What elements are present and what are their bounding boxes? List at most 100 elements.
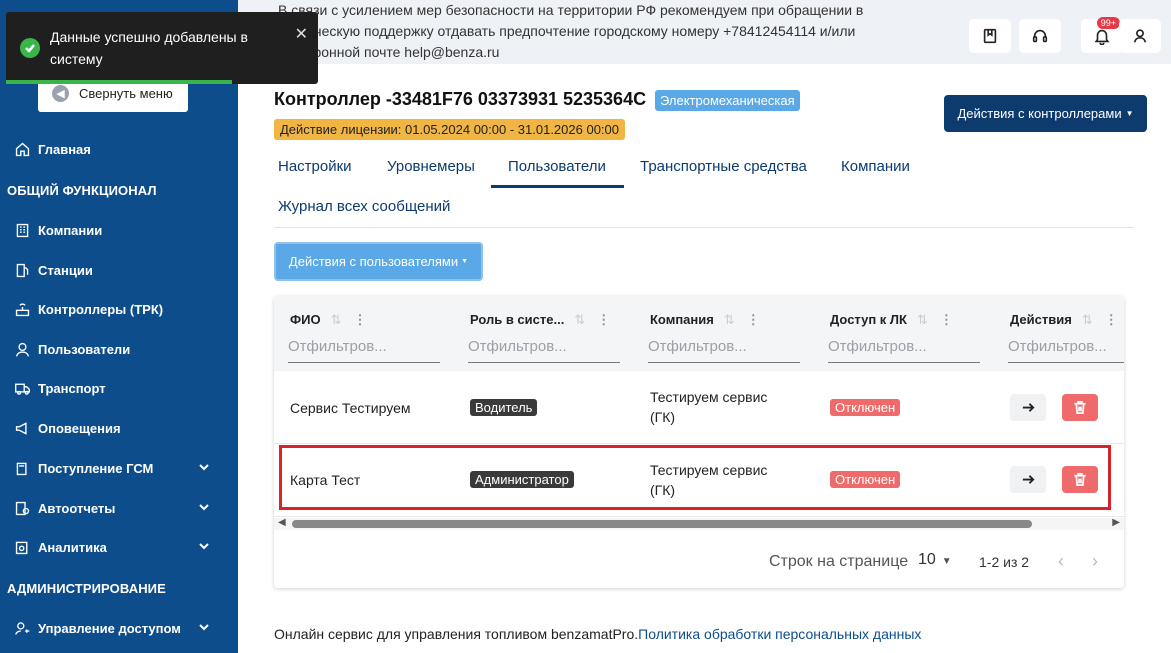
role-badge: Водитель xyxy=(470,399,538,416)
company-line: (ГК) xyxy=(650,409,676,425)
footer: Онлайн сервис для управления топливом be… xyxy=(274,626,921,642)
user-key-icon xyxy=(12,618,32,638)
filter-name-input[interactable]: Отфильтров... xyxy=(288,338,440,363)
tab-level-gauges[interactable]: Уровнемеры xyxy=(387,158,475,175)
caret-down-icon: ▼ xyxy=(1125,109,1134,118)
filter-role-input[interactable]: Отфильтров... xyxy=(468,338,620,363)
cell-name: Сервис Тестируем xyxy=(290,400,411,416)
arrow-left-icon: ◀ xyxy=(52,84,69,102)
active-tab-indicator xyxy=(491,185,624,188)
sort-icon[interactable]: ⇅ xyxy=(1082,312,1093,327)
close-icon[interactable]: ✕ xyxy=(295,24,308,44)
delete-user-button[interactable] xyxy=(1062,394,1098,421)
open-user-button[interactable] xyxy=(1010,394,1046,421)
sidebar-item-autoreports[interactable]: Автоотчеты xyxy=(0,491,238,525)
column-menu-icon[interactable]: ⋮ xyxy=(1105,312,1118,327)
notifications-button[interactable]: 99+ xyxy=(1081,17,1123,53)
users-table: ФИО ⇅ ⋮ Роль в систе... ⇅ ⋮ Компания ⇅ ⋮ Досту… xyxy=(274,296,1124,588)
analytics-icon xyxy=(12,537,32,557)
success-toast: Данные успешно добавлены в систему ✕ xyxy=(6,12,318,84)
notifications-badge: 99+ xyxy=(1096,17,1120,29)
user-icon xyxy=(1133,29,1147,43)
arrow-right-icon xyxy=(1022,475,1035,484)
column-menu-icon[interactable]: ⋮ xyxy=(747,312,760,327)
scrollbar-thumb[interactable] xyxy=(292,520,1032,528)
previous-page-icon[interactable]: ‹ xyxy=(1058,551,1064,572)
building-icon xyxy=(12,220,32,240)
sidebar-item-stations[interactable]: Станции xyxy=(0,253,238,287)
fuel-station-icon xyxy=(12,260,32,280)
column-header-actions[interactable]: Действия ⇅ ⋮ xyxy=(1010,312,1118,328)
delete-user-button[interactable] xyxy=(1062,466,1098,493)
security-notice: В связи с усилением мер безопасности на … xyxy=(278,2,864,60)
open-user-button[interactable] xyxy=(1010,466,1046,493)
company-line: Тестируем сервис xyxy=(650,389,768,405)
sidebar-item-transport[interactable]: Транспорт xyxy=(0,371,238,405)
book-icon xyxy=(983,28,997,44)
section-admin: АДМИНИСТРИРОВАНИЕ xyxy=(7,581,166,596)
scroll-right-icon[interactable]: ▶ xyxy=(1112,517,1120,528)
sidebar-item-companies[interactable]: Компании xyxy=(0,213,238,247)
sidebar-item-label: Главная xyxy=(38,141,91,157)
footer-text: Онлайн сервис для управления топливом be… xyxy=(274,626,639,642)
sort-icon[interactable]: ⇅ xyxy=(574,312,585,327)
trash-icon xyxy=(1074,473,1086,486)
tab-companies[interactable]: Компании xyxy=(841,158,910,175)
column-header-access[interactable]: Доступ к ЛК ⇅ ⋮ xyxy=(830,312,953,328)
tab-vehicles[interactable]: Транспортные средства xyxy=(640,158,807,175)
column-title: ФИО xyxy=(290,312,321,327)
sidebar-item-fuel-receipt[interactable]: Поступление ГСМ xyxy=(0,451,238,485)
sidebar-item-label: Оповещения xyxy=(38,420,121,436)
sidebar-item-label: Контроллеры (ТРК) xyxy=(38,301,164,317)
profile-button[interactable] xyxy=(1119,19,1161,53)
sidebar-item-analytics[interactable]: Аналитика xyxy=(0,530,238,564)
next-page-icon[interactable]: › xyxy=(1092,551,1098,572)
sort-icon[interactable]: ⇅ xyxy=(331,312,342,327)
filter-actions-input[interactable]: Отфильтров... xyxy=(1008,338,1124,363)
megaphone-icon xyxy=(12,418,32,438)
users-actions-dropdown[interactable]: Действия с пользователями ▼ xyxy=(274,242,483,281)
tab-message-log[interactable]: Журнал всех сообщений xyxy=(278,198,450,215)
column-header-company[interactable]: Компания ⇅ ⋮ xyxy=(650,312,760,328)
sort-icon[interactable]: ⇅ xyxy=(724,312,735,327)
role-badge: Администратор xyxy=(470,471,574,488)
sidebar-item-access-control[interactable]: Управление доступом xyxy=(0,611,238,645)
column-header-role[interactable]: Роль в систе... ⇅ ⋮ xyxy=(470,312,610,328)
rows-per-page-select[interactable]: 10 ▼ xyxy=(918,551,952,569)
access-status-badge: Отключен xyxy=(830,471,901,488)
sidebar-item-home[interactable]: Главная xyxy=(0,132,238,166)
privacy-policy-link[interactable]: Политика обработки персональных данных xyxy=(638,626,921,642)
trash-icon xyxy=(1074,401,1086,414)
column-menu-icon[interactable]: ⋮ xyxy=(940,312,953,327)
tabs-divider xyxy=(274,227,1134,228)
company-line: (ГК) xyxy=(650,482,676,498)
sidebar-item-users[interactable]: Пользователи xyxy=(0,332,238,366)
tab-settings[interactable]: Настройки xyxy=(278,158,352,175)
controller-actions-dropdown[interactable]: Действия с контроллерами ▼ xyxy=(944,95,1147,132)
sidebar-item-label: Пользователи xyxy=(38,341,131,357)
docs-button[interactable] xyxy=(969,19,1011,53)
bell-icon xyxy=(1094,29,1110,45)
horizontal-scrollbar[interactable]: ◀ ▶ xyxy=(274,517,1124,530)
scroll-left-icon[interactable]: ◀ xyxy=(278,517,286,528)
column-title: Компания xyxy=(650,312,714,327)
pagination-range: 1-2 из 2 xyxy=(979,554,1030,570)
column-menu-icon[interactable]: ⋮ xyxy=(353,312,366,327)
sidebar-item-label: Станции xyxy=(38,262,93,278)
sidebar: ◀ Свернуть меню Главная ОБЩИЙ ФУНКЦИОНАЛ… xyxy=(0,0,238,653)
table-row: Сервис Тестируем Водитель Тестируем серв… xyxy=(274,371,1124,444)
column-header-name[interactable]: ФИО ⇅ ⋮ xyxy=(290,312,366,328)
users-actions-label: Действия с пользователями xyxy=(288,254,459,269)
chevron-down-icon xyxy=(198,540,210,555)
sort-icon[interactable]: ⇅ xyxy=(917,312,928,327)
support-button[interactable] xyxy=(1019,19,1061,53)
filter-company-input[interactable]: Отфильтров... xyxy=(648,338,800,363)
sidebar-item-controllers[interactable]: Контроллеры (ТРК) xyxy=(0,292,238,326)
sidebar-item-notifications[interactable]: Оповещения xyxy=(0,411,238,445)
filter-access-input[interactable]: Отфильтров... xyxy=(828,338,980,363)
tab-users[interactable]: Пользователи xyxy=(508,158,606,175)
headset-icon xyxy=(1032,29,1048,43)
fuel-icon xyxy=(12,458,32,478)
cell-company: Тестируем сервис (ГК) xyxy=(650,460,767,500)
column-menu-icon[interactable]: ⋮ xyxy=(597,312,610,327)
